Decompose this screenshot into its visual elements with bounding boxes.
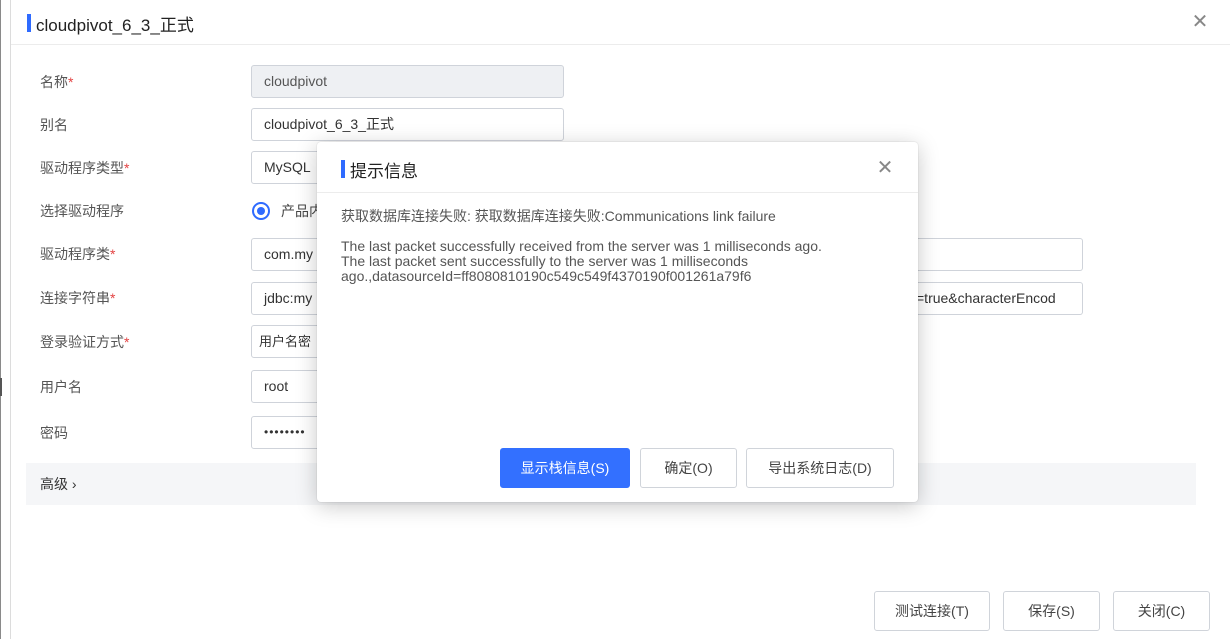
driver-class-field-tail[interactable] xyxy=(900,238,1083,271)
dialog-title-text: 提示信息 xyxy=(350,161,418,181)
ok-button[interactable]: 确定(O) xyxy=(640,448,737,488)
radio-selected-icon[interactable] xyxy=(252,202,270,220)
dialog-message-summary: 获取数据库连接失败: 获取数据库连接失败:Communications link… xyxy=(341,208,776,224)
dialog-close-icon[interactable]: ✕ xyxy=(875,158,895,178)
dialog-message-line: The last packet sent successfully to the… xyxy=(341,253,748,269)
alias-field[interactable]: cloudpivot_6_3_正式 xyxy=(251,108,564,141)
name-field[interactable]: cloudpivot xyxy=(251,65,564,98)
dialog-message-detail: The last packet successfully received fr… xyxy=(341,239,901,284)
dialog-message-line: ago.,datasourceId=ff8080810190c549c549f4… xyxy=(341,268,752,284)
conn-string-field-tail[interactable]: =true&characterEncod xyxy=(900,282,1083,315)
username-field[interactable]: root xyxy=(251,370,321,403)
alias-label: 别名 xyxy=(40,117,68,133)
window-header-divider xyxy=(11,44,1230,45)
window-frame-edge xyxy=(0,0,1,639)
window-close-icon[interactable]: ✕ xyxy=(1190,12,1210,32)
export-log-button[interactable]: 导出系统日志(D) xyxy=(746,448,894,488)
auth-label: 登录验证方式* xyxy=(40,334,130,350)
conn-string-field[interactable]: jdbc:my xyxy=(251,282,321,315)
auth-select[interactable]: 用户名密 xyxy=(251,325,321,358)
driver-class-field[interactable]: com.my xyxy=(251,238,321,271)
password-label: 密码 xyxy=(40,425,68,441)
window-frame-inner-edge xyxy=(10,0,11,639)
save-button[interactable]: 保存(S) xyxy=(1003,591,1100,631)
dialog-title-accent-bar xyxy=(341,160,345,178)
name-label: 名称* xyxy=(40,74,74,90)
driver-type-select[interactable]: MySQL xyxy=(251,151,321,184)
test-connection-button[interactable]: 测试连接(T) xyxy=(874,591,990,631)
title-accent-bar xyxy=(27,14,31,32)
dialog-title: 提示信息 xyxy=(341,158,418,181)
dialog-message-line: The last packet successfully received fr… xyxy=(341,238,822,254)
password-field[interactable]: •••••••• xyxy=(251,416,321,449)
close-button[interactable]: 关闭(C) xyxy=(1113,591,1210,631)
driver-option-radio[interactable]: 产品内 xyxy=(252,201,323,221)
error-dialog: 提示信息 ✕ 获取数据库连接失败: 获取数据库连接失败:Communicatio… xyxy=(317,142,918,502)
username-label: 用户名 xyxy=(40,379,82,395)
show-stack-button[interactable]: 显示栈信息(S) xyxy=(500,448,630,488)
dialog-header-divider xyxy=(317,192,918,193)
window-resize-handle[interactable] xyxy=(0,378,4,396)
driver-class-label: 驱动程序类* xyxy=(40,246,116,262)
driver-type-label: 驱动程序类型* xyxy=(40,160,130,176)
window-title: cloudpivot_6_3_正式 xyxy=(27,12,194,35)
driver-select-label: 选择驱动程序 xyxy=(40,203,124,219)
window-title-text: cloudpivot_6_3_正式 xyxy=(36,15,194,35)
conn-string-label: 连接字符串* xyxy=(40,290,116,306)
